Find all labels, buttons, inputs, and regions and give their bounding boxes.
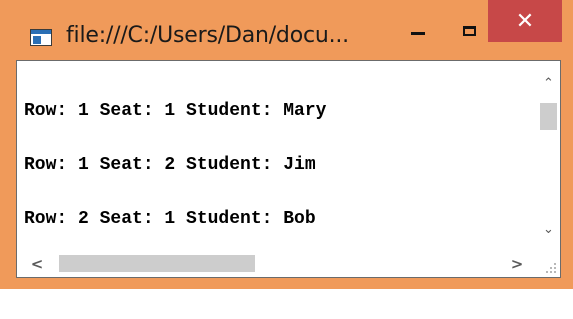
- grip-dot: [554, 271, 556, 273]
- vertical-scroll-thumb[interactable]: [540, 103, 557, 130]
- grip-dot: [546, 271, 548, 273]
- scroll-down-arrow-icon[interactable]: ⌄: [537, 219, 560, 239]
- console-line: Row: 2 Seat: 1 Student: Bob: [24, 209, 316, 229]
- scroll-up-arrow-icon[interactable]: ⌃: [537, 73, 560, 93]
- close-button[interactable]: ✕: [488, 0, 562, 42]
- console-app-icon[interactable]: [30, 29, 52, 46]
- console-text: Row: 1 Seat: 1 Student: Mary Row: 1 Seat…: [24, 66, 326, 318]
- console-output-area[interactable]: Row: 1 Seat: 1 Student: Mary Row: 1 Seat…: [16, 60, 561, 282]
- scroll-right-arrow-icon[interactable]: >: [505, 251, 529, 277]
- grip-dot: [554, 263, 556, 265]
- window-title: file:///C:/Users/Dan/docu...: [66, 23, 349, 48]
- vertical-scrollbar[interactable]: ⌃ ⌄: [537, 61, 560, 248]
- grip-dot: [550, 271, 552, 273]
- grip-dot: [550, 267, 552, 269]
- close-icon: ✕: [515, 8, 535, 34]
- minimize-icon: [411, 31, 425, 35]
- title-bar[interactable]: file:///C:/Users/Dan/docu... ✕: [0, 0, 573, 60]
- resize-grip-icon[interactable]: [537, 251, 560, 277]
- app-icon-block: [33, 36, 41, 44]
- scroll-left-arrow-icon[interactable]: <: [25, 251, 49, 277]
- grip-dot: [554, 267, 556, 269]
- console-line: Row: 1 Seat: 1 Student: Mary: [24, 101, 327, 121]
- horizontal-scroll-thumb[interactable]: [59, 255, 255, 272]
- console-line: Row: 1 Seat: 2 Student: Jim: [24, 155, 316, 175]
- horizontal-scrollbar[interactable]: < >: [17, 251, 537, 277]
- app-icon-titlebar: [31, 30, 51, 34]
- maximize-button[interactable]: [446, 10, 492, 52]
- console-window: file:///C:/Users/Dan/docu... ✕ Row: 1 Se…: [0, 0, 573, 289]
- minimize-button[interactable]: [395, 12, 441, 54]
- maximize-icon: [462, 26, 476, 36]
